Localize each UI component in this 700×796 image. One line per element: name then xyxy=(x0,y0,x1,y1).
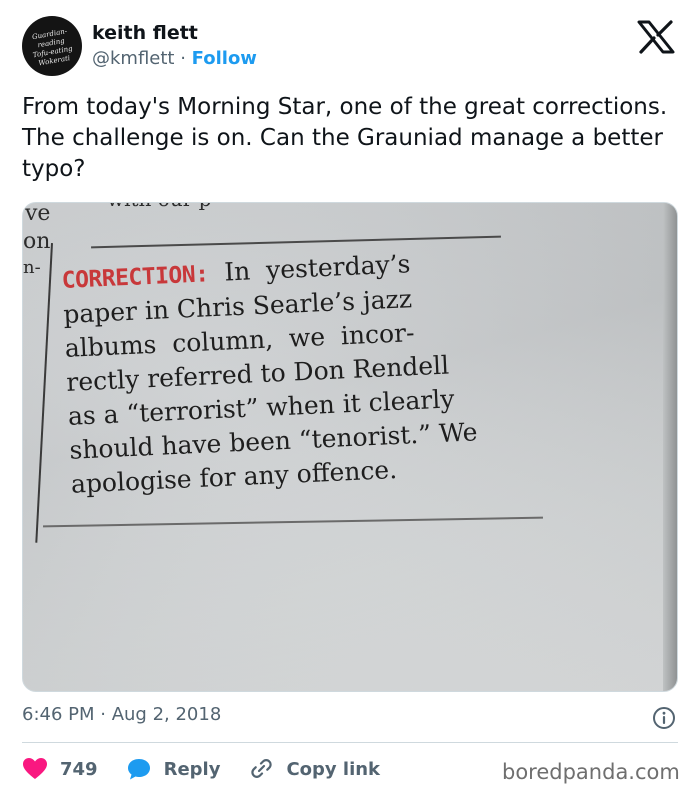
tweet-date: Aug 2, 2018 xyxy=(111,704,222,725)
author-handle-line: @kmflett · Follow xyxy=(92,48,257,69)
author-name[interactable]: keith flett xyxy=(92,22,198,44)
edge-fragment: on xyxy=(23,229,51,254)
copy-link-label: Copy link xyxy=(286,758,381,780)
edge-fragment: ve xyxy=(25,202,51,226)
handle-separator: · xyxy=(174,48,192,69)
correction-text: CORRECTION: In yesterday’s paper in Chri… xyxy=(61,242,541,502)
info-icon[interactable] xyxy=(652,706,676,730)
heart-icon xyxy=(23,758,47,779)
link-icon xyxy=(251,759,273,778)
tweet-time: 6:46 PM xyxy=(22,704,95,725)
site-watermark: boredpanda.com xyxy=(502,760,680,784)
correction-label: CORRECTION: xyxy=(61,261,210,294)
avatar[interactable]: Guardian-reading Tofu-eating Wokerati xyxy=(22,16,82,76)
copy-link-button[interactable]: Copy link xyxy=(248,757,380,781)
reply-button[interactable]: Reply xyxy=(126,757,221,781)
follow-link[interactable]: Follow xyxy=(192,48,257,69)
top-fragment: with our p xyxy=(107,203,211,211)
x-logo-icon[interactable] xyxy=(636,20,676,54)
divider xyxy=(22,742,678,743)
tweet-text: From today's Morning Star, one of the gr… xyxy=(22,94,668,182)
edge-fragment: n- xyxy=(23,257,41,278)
like-button[interactable]: 749 xyxy=(22,757,98,781)
reply-label: Reply xyxy=(163,758,221,780)
action-bar: 749 Reply Copy link xyxy=(22,756,408,782)
page-edge-shadow xyxy=(663,203,677,691)
avatar-text: Guardian-reading Tofu-eating Wokerati xyxy=(31,27,74,68)
tweet-timestamp[interactable]: 6:46 PM · Aug 2, 2018 xyxy=(22,704,221,725)
speech-bubble-icon xyxy=(127,759,150,780)
author-handle[interactable]: @kmflett xyxy=(92,48,175,69)
tweet-photo[interactable]: ve on n- with our p CORRECTION: In yeste… xyxy=(22,202,678,692)
like-count: 749 xyxy=(60,758,98,780)
